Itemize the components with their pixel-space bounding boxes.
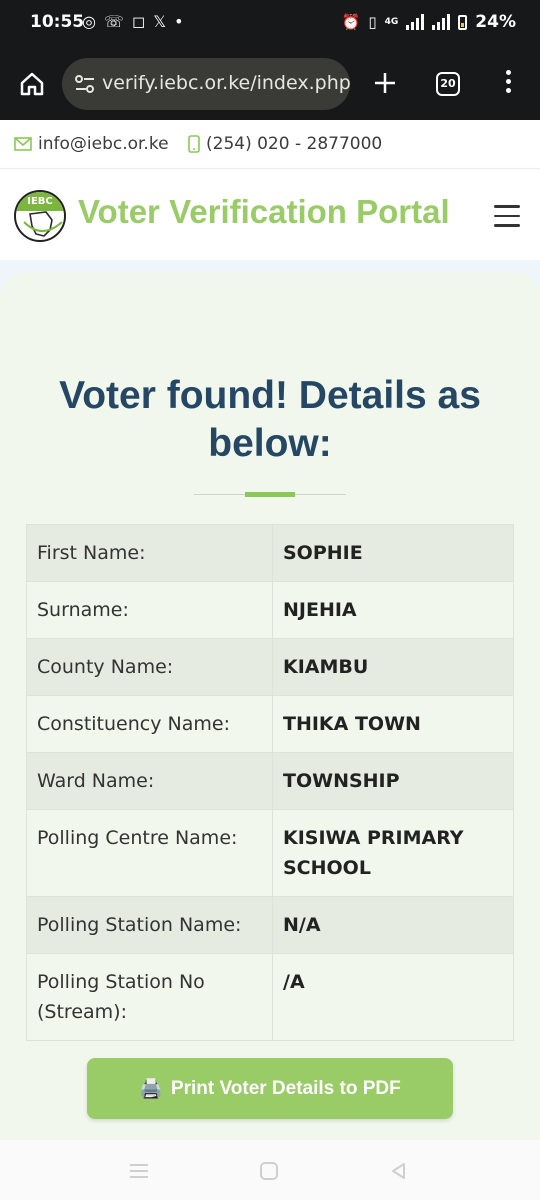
field-value: TOWNSHIP bbox=[272, 752, 514, 810]
voter-details-table: First Name: SOPHIE Surname: NJEHIA County Na… bbox=[26, 524, 514, 1041]
table-row: Ward Name: TOWNSHIP bbox=[26, 752, 514, 810]
site-settings-icon[interactable] bbox=[74, 74, 96, 94]
system-icons: ⏰ ▯ 4G 24% bbox=[342, 12, 516, 32]
back-icon[interactable] bbox=[390, 1162, 408, 1180]
whatsapp-icon: ◎ bbox=[82, 12, 96, 31]
logo-text: IEBC bbox=[16, 192, 64, 211]
battery-icon bbox=[458, 14, 468, 30]
table-row: Polling Station No (Stream):/A bbox=[26, 953, 514, 1041]
field-value: SOPHIE bbox=[272, 524, 514, 582]
field-label: County Name: bbox=[26, 638, 273, 696]
table-row: Polling Centre Name: KISIWA PRIMARY SCHOO… bbox=[26, 809, 514, 897]
status-bar: 10:55 ◎ ☏ ◻ 𝕏 • ⏰ ▯ 4G 24% bbox=[0, 0, 540, 48]
recents-icon[interactable] bbox=[130, 1164, 148, 1182]
print-button-label: Print Voter Details to PDF bbox=[170, 1077, 401, 1099]
printer-icon: 🖨️ bbox=[139, 1078, 163, 1100]
alarm-icon: ⏰ bbox=[341, 13, 361, 31]
field-value: N/A bbox=[272, 896, 514, 954]
network-label: 4G bbox=[384, 17, 399, 27]
contact-phone[interactable]: (254) 020 - 2877000 bbox=[188, 134, 382, 154]
system-nav-bar bbox=[0, 1140, 540, 1200]
table-row: Polling Station Name: N/A bbox=[26, 896, 514, 954]
battery-percent: 24% bbox=[475, 12, 516, 32]
result-heading: Voter found! Details as below: bbox=[59, 374, 481, 465]
field-value: KISIWA PRIMARY SCHOOL bbox=[272, 809, 514, 897]
site-header: IEBC Voter Verification Portal bbox=[0, 170, 540, 260]
heading-divider-accent bbox=[245, 492, 295, 497]
field-label: Ward Name: bbox=[26, 752, 273, 810]
contact-bar: info@iebc.or.ke (254) 020 - 2877000 bbox=[0, 121, 540, 169]
more-dot-icon: • bbox=[174, 12, 184, 31]
field-label: Constituency Name: bbox=[26, 695, 273, 753]
home-icon[interactable] bbox=[18, 70, 46, 98]
field-label: First Name: bbox=[26, 524, 273, 582]
iebc-logo[interactable]: IEBC bbox=[14, 190, 66, 242]
instagram-icon: ◻ bbox=[131, 12, 146, 31]
field-value: NJEHIA bbox=[272, 581, 514, 639]
field-label: Polling Station Name: bbox=[26, 896, 273, 954]
field-value: KIAMBU bbox=[272, 638, 514, 696]
address-bar[interactable]: verify.iebc.or.ke/index.php bbox=[62, 58, 351, 110]
missed-call-icon: ☏ bbox=[103, 12, 124, 31]
home-nav-icon[interactable] bbox=[260, 1162, 278, 1180]
x-icon: 𝕏 bbox=[153, 12, 167, 31]
url-text[interactable]: verify.iebc.or.ke/index.php bbox=[102, 72, 351, 94]
vibrate-icon: ▯ bbox=[368, 13, 377, 31]
browser-toolbar: verify.iebc.or.ke/index.php 20 bbox=[0, 48, 540, 120]
envelope-icon bbox=[14, 137, 32, 151]
table-row: County Name: KIAMBU bbox=[26, 638, 514, 696]
print-pdf-button[interactable]: 🖨️ Print Voter Details to PDF bbox=[87, 1058, 453, 1119]
field-label: Surname: bbox=[26, 581, 273, 639]
table-row: Constituency Name: THIKA TOWN bbox=[26, 695, 514, 753]
status-time: 10:55 bbox=[30, 12, 85, 32]
site-title: Voter Verification Portal bbox=[78, 193, 450, 230]
field-label: Polling Station No (Stream): bbox=[26, 953, 273, 1041]
new-tab-icon[interactable] bbox=[372, 70, 398, 96]
email-text[interactable]: info@iebc.or.ke bbox=[38, 134, 169, 154]
hamburger-menu-icon[interactable] bbox=[494, 205, 520, 234]
table-row: First Name: SOPHIE bbox=[26, 524, 514, 582]
field-value: THIKA TOWN bbox=[272, 695, 514, 753]
field-value: /A bbox=[272, 953, 514, 1041]
field-label: Polling Centre Name: bbox=[26, 809, 273, 897]
signal-icon bbox=[406, 14, 425, 30]
contact-email[interactable]: info@iebc.or.ke bbox=[14, 134, 169, 154]
table-row: Surname: NJEHIA bbox=[26, 581, 514, 639]
more-menu-icon[interactable] bbox=[506, 70, 512, 96]
phone-text[interactable]: (254) 020 - 2877000 bbox=[206, 134, 382, 154]
signal-icon-2 bbox=[432, 14, 451, 30]
kenya-map-icon bbox=[23, 211, 63, 237]
phone-icon bbox=[188, 135, 200, 153]
tab-switcher-button[interactable]: 20 bbox=[436, 72, 460, 96]
notification-icons: ◎ ☏ ◻ 𝕏 • bbox=[82, 12, 184, 31]
